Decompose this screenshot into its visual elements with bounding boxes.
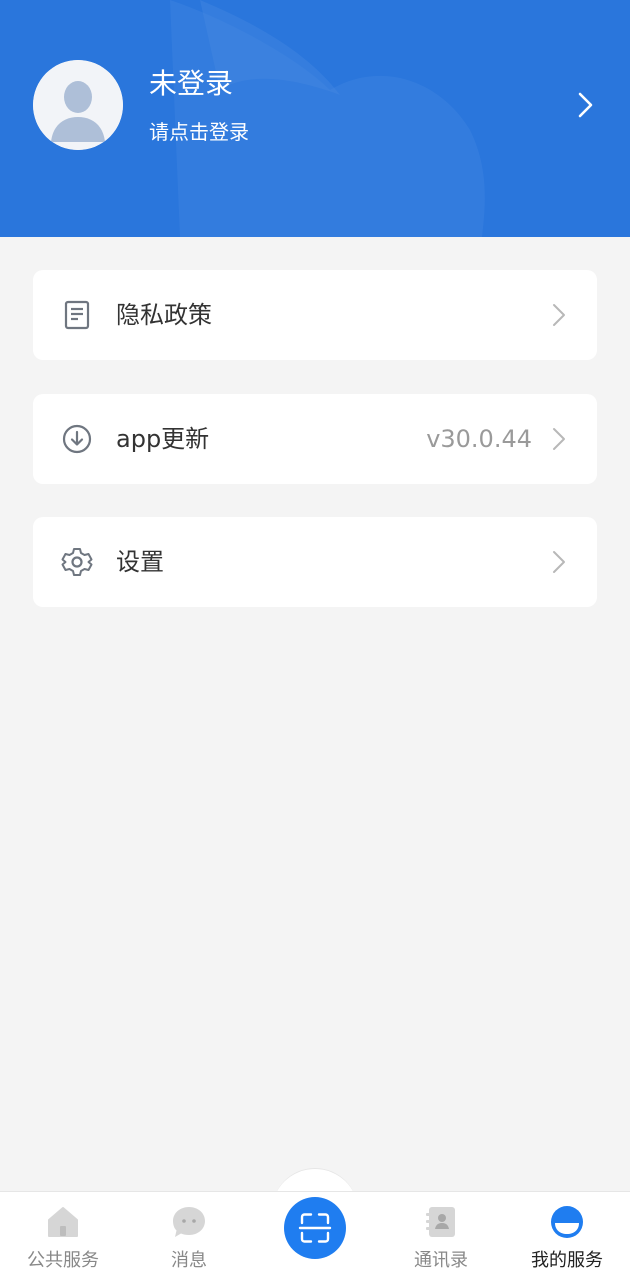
- tab-label: 消息: [171, 1250, 207, 1271]
- chevron-right-icon: [553, 428, 565, 450]
- chevron-right-icon: [553, 551, 565, 573]
- scan-button[interactable]: [284, 1197, 346, 1259]
- tab-my-services[interactable]: 我的服务: [504, 1192, 630, 1281]
- profile-icon: [551, 1206, 583, 1238]
- chevron-right-icon: [553, 304, 565, 326]
- home-icon: [48, 1207, 78, 1237]
- document-icon: [64, 300, 90, 330]
- tab-public-services[interactable]: 公共服务: [0, 1192, 126, 1281]
- app-version-value: v30.0.44: [426, 425, 532, 453]
- chat-icon: [173, 1207, 205, 1237]
- tab-messages[interactable]: 消息: [126, 1192, 252, 1281]
- menu-item-app-update[interactable]: app更新 v30.0.44: [33, 394, 597, 484]
- profile-header: 未登录 请点击登录: [0, 0, 630, 237]
- tab-label: 公共服务: [27, 1250, 99, 1271]
- menu-item-privacy-policy[interactable]: 隐私政策: [33, 270, 597, 360]
- login-status-title[interactable]: 未登录: [149, 66, 233, 102]
- chevron-right-icon[interactable]: [572, 90, 598, 120]
- menu-item-label: 设置: [116, 548, 164, 576]
- menu-item-label: app更新: [116, 425, 210, 453]
- avatar[interactable]: [33, 60, 123, 150]
- login-prompt-text[interactable]: 请点击登录: [149, 118, 249, 146]
- contacts-icon: [426, 1207, 455, 1237]
- download-icon: [62, 424, 92, 454]
- default-avatar-icon: [33, 60, 123, 150]
- menu-item-label: 隐私政策: [116, 301, 212, 329]
- scan-icon: [298, 1213, 332, 1243]
- menu-item-settings[interactable]: 设置: [33, 517, 597, 607]
- tab-contacts[interactable]: 通讯录: [378, 1192, 504, 1281]
- tab-label: 我的服务: [531, 1250, 603, 1271]
- gear-icon: [61, 548, 93, 576]
- tab-label: 通讯录: [414, 1250, 468, 1271]
